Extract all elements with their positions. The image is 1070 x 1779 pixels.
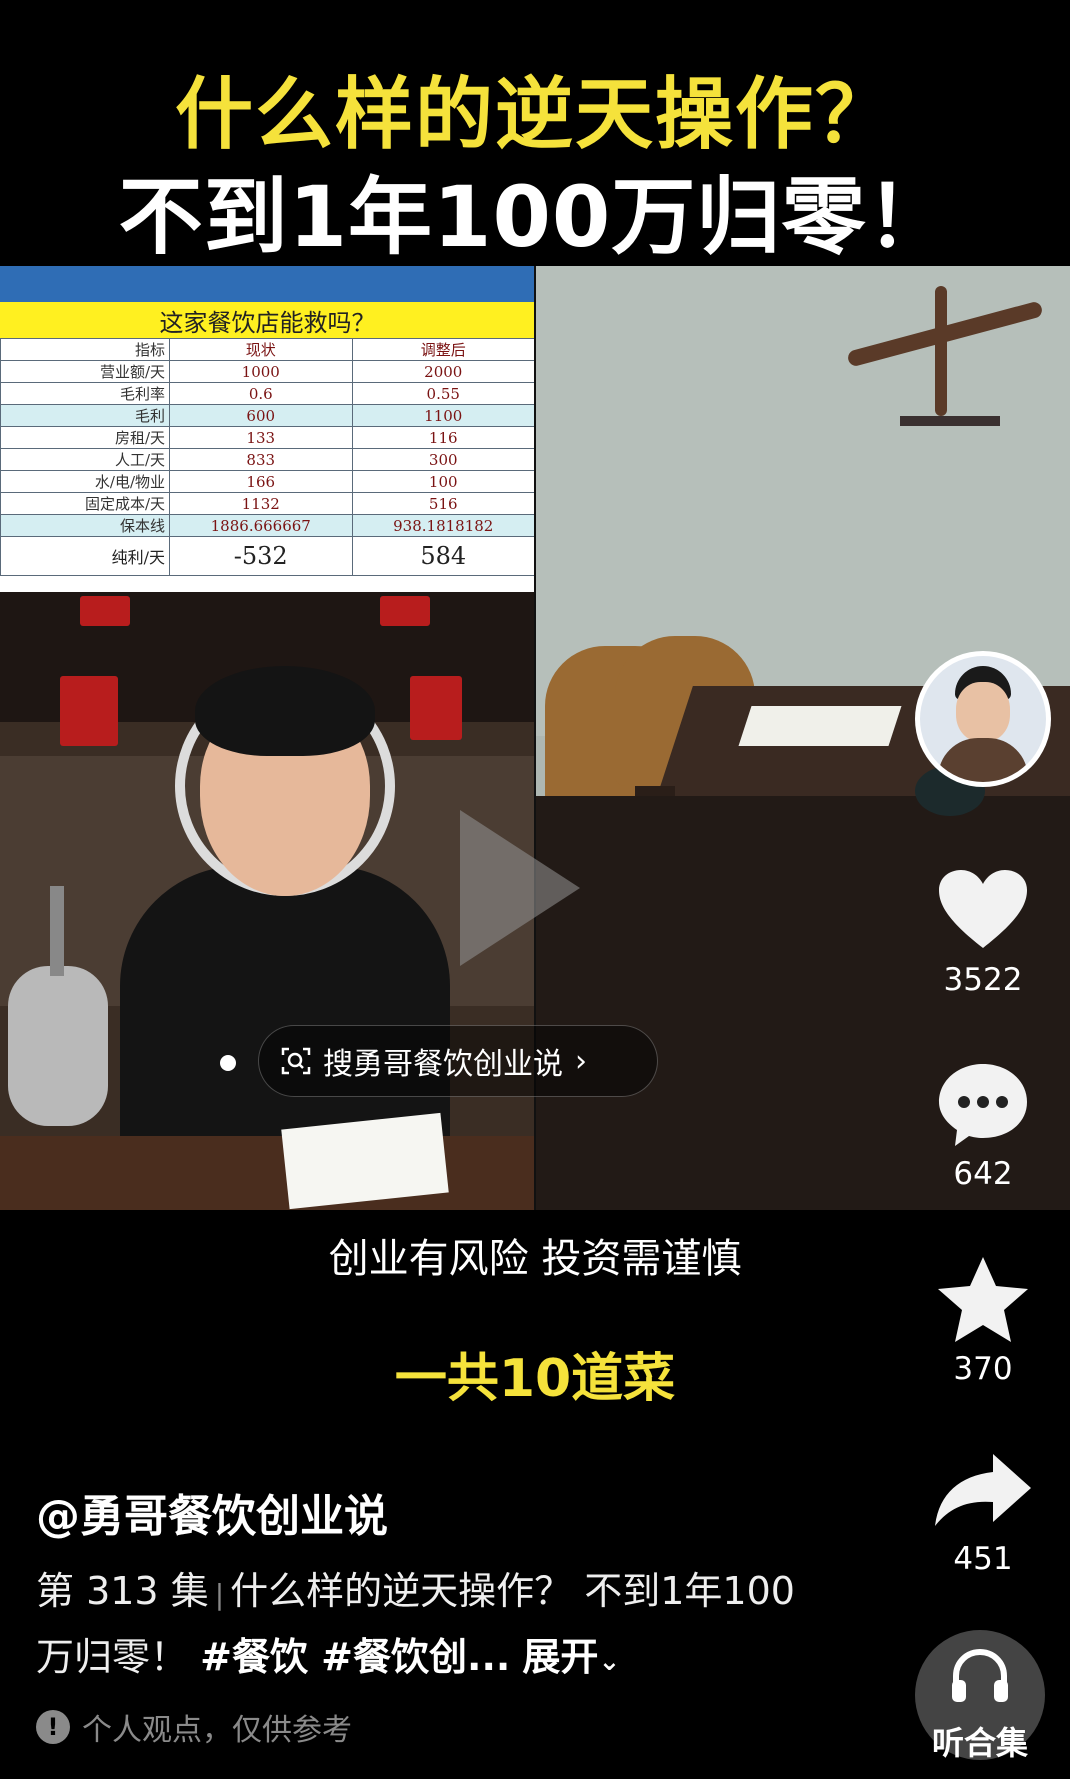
dot-indicator bbox=[220, 1055, 236, 1071]
comment-count: 642 bbox=[953, 1156, 1013, 1192]
sheet-header-bar bbox=[0, 266, 535, 302]
search-suggestion-button[interactable]: 搜勇哥餐饮创业说 › bbox=[258, 1025, 658, 1097]
table-header-cell: 调整后 bbox=[351, 338, 535, 361]
table-cell: 固定成本/天 bbox=[0, 492, 170, 515]
host-hair bbox=[195, 666, 375, 756]
table-cell: 1100 bbox=[351, 404, 535, 427]
table-cell: 0.6 bbox=[169, 382, 353, 405]
table-row: 房租/天 133 116 bbox=[0, 426, 535, 449]
table-cell: 毛利 bbox=[0, 404, 170, 427]
share-arrow-icon[interactable] bbox=[933, 1450, 1033, 1530]
driftwood-decor bbox=[935, 286, 947, 416]
like-heart-icon[interactable] bbox=[937, 868, 1029, 952]
table-cell: 纯利/天 bbox=[0, 536, 170, 576]
like-count: 3522 bbox=[943, 962, 1023, 998]
search-suggestion-label: 搜勇哥餐饮创业说 bbox=[323, 1047, 563, 1082]
chevron-down-icon: ⌄ bbox=[598, 1647, 621, 1677]
table-cell: 833 bbox=[169, 448, 353, 471]
table-row: 毛利 600 1100 bbox=[0, 404, 535, 427]
table-row: 纯利/天 -532 584 bbox=[0, 536, 535, 576]
table-cell: 938.1818182 bbox=[351, 514, 535, 537]
table-cell: 房租/天 bbox=[0, 426, 170, 449]
overlay-title-line2: 不到1年100万归零！ bbox=[118, 168, 952, 266]
listen-collection-label: 听合集 bbox=[931, 1724, 1028, 1762]
table-cell: 0.55 bbox=[351, 382, 535, 405]
sheet-title: 这家餐饮店能救吗？ bbox=[0, 302, 535, 338]
table-row: 营业额/天 1000 2000 bbox=[0, 360, 535, 383]
table-header-cell: 指标 bbox=[0, 338, 170, 361]
table-cell: 516 bbox=[351, 492, 535, 515]
spreadsheet-overlay: 这家餐饮店能救吗？ 指标 现状 调整后 营业额/天 1000 2000 毛利率 0.6 0.55… bbox=[0, 266, 535, 592]
tableware bbox=[738, 706, 902, 746]
table-cell: -532 bbox=[169, 536, 353, 576]
table-cell: 人工/天 bbox=[0, 448, 170, 471]
wall-shelf bbox=[900, 416, 1000, 426]
table-cell: 1886.666667 bbox=[169, 514, 353, 537]
table-cell: 584 bbox=[351, 536, 535, 576]
info-icon: ! bbox=[36, 1710, 70, 1744]
table-cell: 2000 bbox=[351, 360, 535, 383]
table-cell: 营业额/天 bbox=[0, 360, 170, 383]
table-row: 水/电/物业 166 100 bbox=[0, 470, 535, 493]
table-cell: 300 bbox=[351, 448, 535, 471]
red-box-decor bbox=[410, 676, 462, 740]
table-row: 保本线 1886.666667 938.1818182 bbox=[0, 514, 535, 537]
share-count: 451 bbox=[953, 1541, 1013, 1577]
table-cell: 133 bbox=[169, 426, 353, 449]
table-cell: 166 bbox=[169, 470, 353, 493]
table-row: 毛利率 0.6 0.55 bbox=[0, 382, 535, 405]
table-header-row: 指标 现状 调整后 bbox=[0, 338, 535, 361]
table-cell: 100 bbox=[351, 470, 535, 493]
table-row: 人工/天 833 300 bbox=[0, 448, 535, 471]
play-icon[interactable] bbox=[460, 810, 580, 966]
headphones-icon bbox=[952, 1648, 1008, 1702]
table-cell: 保本线 bbox=[0, 514, 170, 537]
desk bbox=[0, 1136, 535, 1210]
avatar-image bbox=[920, 656, 1046, 782]
paper-sheet bbox=[281, 1112, 449, 1210]
subtitle-line: 创业有风险 投资需谨慎 bbox=[328, 1236, 742, 1282]
disclaimer: ! 个人观点，仅供参考 bbox=[36, 1705, 352, 1749]
table-row: 固定成本/天 1132 516 bbox=[0, 492, 535, 515]
author-name[interactable]: @勇哥餐饮创业说 bbox=[36, 1480, 388, 1544]
episode-label[interactable]: 第 313 集 bbox=[36, 1569, 209, 1613]
comment-bubble-icon[interactable] bbox=[937, 1060, 1029, 1148]
author-avatar[interactable] bbox=[915, 651, 1051, 787]
table-cell: 1132 bbox=[169, 492, 353, 515]
table-cell: 1000 bbox=[169, 360, 353, 383]
chevron-right-icon: › bbox=[575, 1043, 587, 1079]
table-header-cell: 现状 bbox=[169, 338, 353, 361]
expand-button[interactable]: 展开⌄ bbox=[522, 1635, 620, 1679]
hashtags[interactable]: #餐饮 #餐饮创... bbox=[200, 1635, 510, 1679]
metrics-table: 指标 现状 调整后 营业额/天 1000 2000 毛利率 0.6 0.55 毛利 600 1100 房… bbox=[0, 338, 535, 576]
scan-search-icon bbox=[281, 1047, 311, 1075]
subtitle-highlight: 一共10道菜 bbox=[394, 1349, 676, 1409]
table-cell: 水/电/物业 bbox=[0, 470, 170, 493]
mic-stand bbox=[50, 886, 64, 976]
red-box-decor bbox=[80, 596, 130, 626]
overlay-title-line1: 什么样的逆天操作？ bbox=[174, 70, 895, 160]
disclaimer-text: 个人观点，仅供参考 bbox=[82, 1713, 352, 1748]
post-description[interactable]: 第 313 集 | 什么样的逆天操作？ 不到1年100万归零！ #餐饮 #餐饮创..… bbox=[36, 1560, 796, 1693]
red-box-decor bbox=[380, 596, 430, 626]
table-cell: 600 bbox=[169, 404, 353, 427]
separator: | bbox=[214, 1578, 225, 1611]
table-cell: 116 bbox=[351, 426, 535, 449]
microphone-icon bbox=[8, 966, 108, 1126]
red-box-decor bbox=[60, 676, 118, 746]
table-cell: 毛利率 bbox=[0, 382, 170, 405]
